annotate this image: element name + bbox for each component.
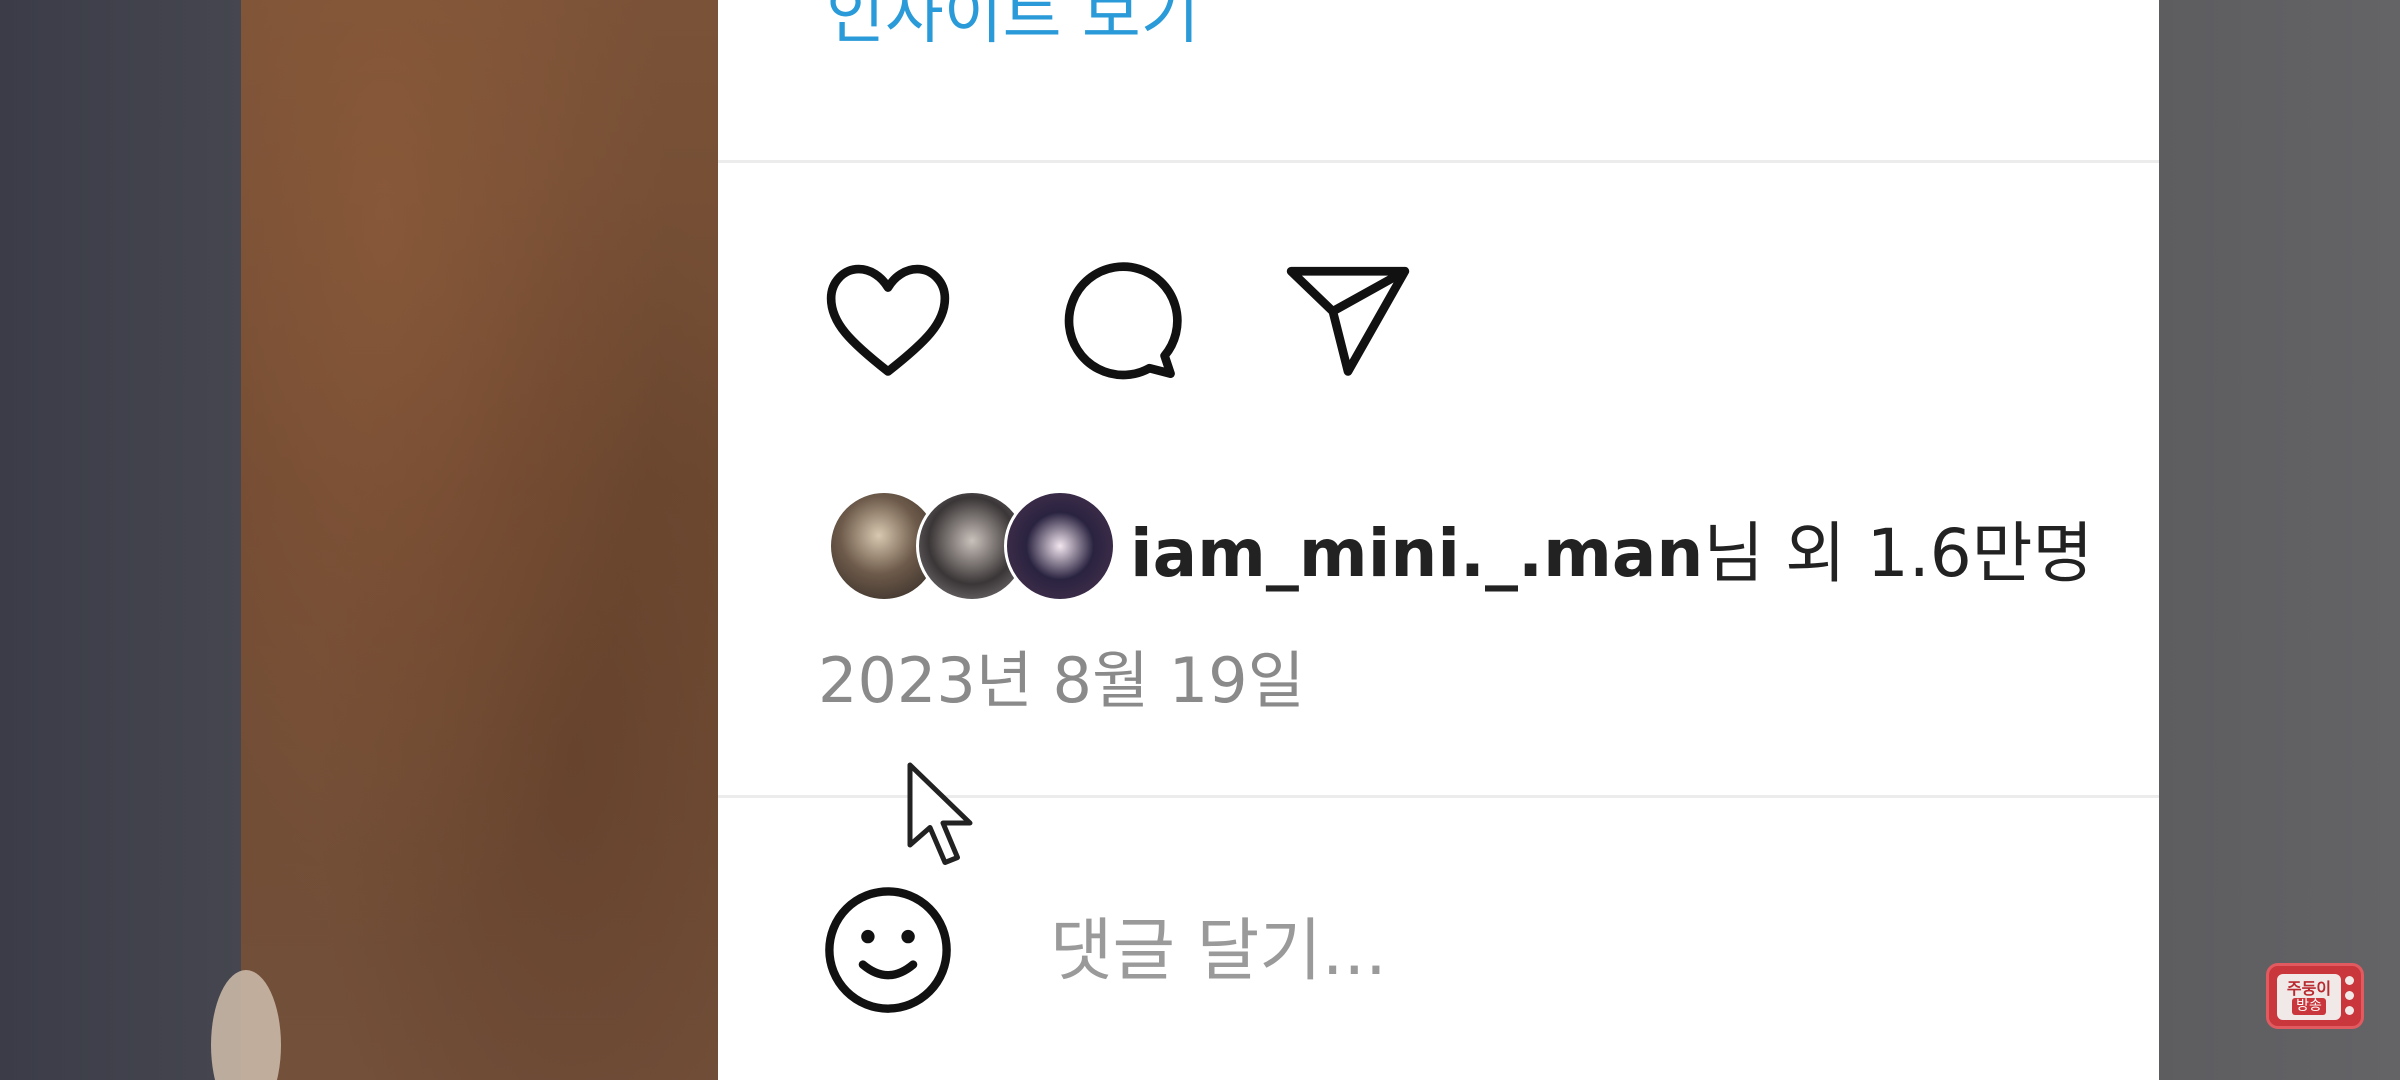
channel-logo-text: 방송: [2292, 997, 2326, 1015]
channel-logo-screen: 주둥이 방송: [2277, 974, 2341, 1020]
smiley-icon: [825, 887, 951, 1013]
likes-summary: iam_mini._.man님 외 1.6만명: [1130, 500, 2093, 596]
share-button[interactable]: [1278, 250, 1418, 390]
liked-by-row[interactable]: iam_mini._.man님 외 1.6만명: [828, 488, 2093, 608]
channel-logo: 주둥이 방송: [2266, 963, 2364, 1029]
post-date: 2023년 8월 19일: [818, 644, 1305, 717]
comment-button[interactable]: [1048, 250, 1188, 390]
likes-count-text: 님 외 1.6만명: [1703, 515, 2094, 592]
heart-icon: [826, 264, 950, 376]
liker-username[interactable]: iam_mini._.man: [1130, 515, 1703, 592]
screen: 인사이트 보기 iam_mini._.man님 외 1.6만명 2023년 8월…: [0, 0, 2400, 1080]
comment-bubble-icon: [1064, 262, 1182, 380]
channel-logo-text: 주둥이: [2286, 978, 2332, 998]
post-photo: [211, 0, 718, 1080]
liker-avatars: [828, 490, 1118, 606]
post-side-panel: 인사이트 보기 iam_mini._.man님 외 1.6만명 2023년 8월…: [718, 0, 2159, 1080]
comment-input[interactable]: [1048, 885, 2052, 1017]
view-insights-link[interactable]: 인사이트 보기: [826, 0, 1200, 56]
backdrop-right: [2159, 0, 2400, 1080]
avatar: [1004, 490, 1116, 602]
emoji-picker-button[interactable]: [818, 880, 958, 1020]
like-button[interactable]: [818, 250, 958, 390]
backdrop-left: [0, 0, 241, 1080]
channel-logo-knobs: [2345, 976, 2355, 1020]
paper-plane-icon: [1286, 266, 1410, 376]
divider: [718, 795, 2159, 798]
divider: [718, 160, 2159, 163]
